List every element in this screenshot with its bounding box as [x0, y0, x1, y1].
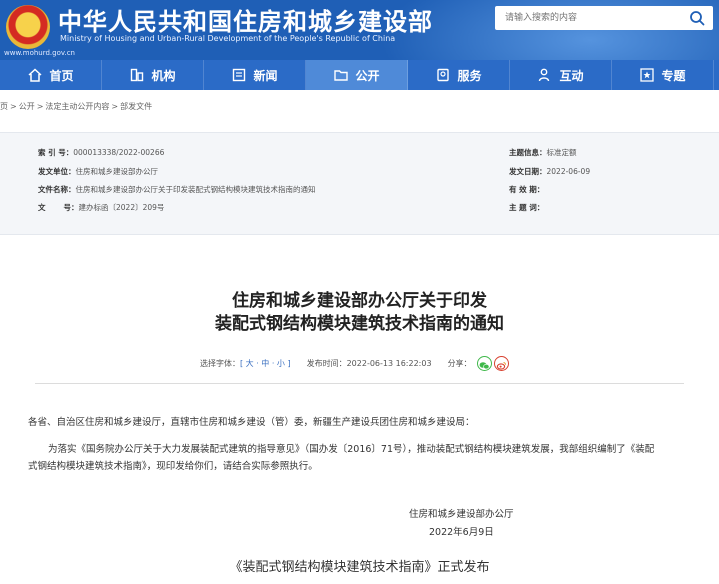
- meta-index-label: 索 引 号：: [38, 148, 74, 157]
- meta-keywords-label: 主 题 词：: [509, 203, 545, 212]
- search-box: [495, 6, 713, 30]
- article-divider: [35, 383, 684, 384]
- breadcrumb-docs[interactable]: 部发文件: [120, 102, 152, 111]
- nav-item-news[interactable]: 新闻: [204, 60, 306, 90]
- nav-label-org: 机构: [151, 68, 176, 83]
- nav-item-topic[interactable]: 专题: [612, 60, 714, 90]
- nav-label-interact: 互动: [559, 68, 584, 83]
- meta-issuer: 发文单位：住房和城乡建设部办公厅: [38, 166, 158, 177]
- publish-time: 2022-06-13 16:22:03: [346, 359, 432, 368]
- nav-item-home[interactable]: 首页: [0, 60, 102, 90]
- wechat-share-icon[interactable]: [477, 356, 492, 371]
- site-subtitle: Ministry of Housing and Urban-Rural Deve…: [60, 34, 396, 43]
- meta-issuer-label: 发文单位：: [38, 167, 76, 176]
- publish-bar: 选择字体：[ 大 · 中 · 小 ] 发布时间：2022-06-13 16:22:…: [200, 358, 472, 369]
- nav-item-org[interactable]: 机构: [102, 60, 204, 90]
- breadcrumb-public[interactable]: 公开: [19, 102, 35, 111]
- article-title-line-2: 装配式钢结构模块建筑技术指南的通知: [215, 314, 504, 334]
- meta-topic-label: 主题信息：: [509, 148, 547, 157]
- meta-date: 发文日期：2022-06-09: [509, 166, 590, 177]
- news-icon: [233, 68, 246, 82]
- article-title-line-1: 住房和城乡建设部办公厅关于印发: [232, 291, 487, 311]
- meta-filename-label: 文件名称：: [38, 185, 76, 194]
- meta-date-label: 发文日期：: [509, 167, 547, 176]
- meta-valid-label: 有 效 期：: [509, 185, 545, 194]
- service-icon: [437, 68, 450, 82]
- release-heading: 《装配式钢结构模块建筑技术指南》正式发布: [229, 560, 490, 575]
- site-url: www.mohurd.gov.cn: [4, 49, 75, 57]
- signature-date: 2022年6月9日: [429, 527, 494, 538]
- meta-keywords: 主 题 词：: [509, 202, 544, 213]
- article-salutation: 各省、自治区住房和城乡建设厅，直辖市住房和城乡建设（管）委，新疆生产建设兵团住房…: [28, 417, 475, 428]
- breadcrumb: 页 > 公开 > 法定主动公开内容 > 部发文件: [0, 101, 152, 112]
- meta-docno-value: 建办标函〔2022〕209号: [78, 203, 165, 212]
- article-paragraph-line-1: 为落实《国务院办公厅关于大力发展装配式建筑的指导意见》（国办发〔2016〕71号…: [48, 444, 655, 455]
- meta-docno: 文 号：建办标函〔2022〕209号: [38, 202, 164, 213]
- meta-filename-value: 住房和城乡建设部办公厅关于印发装配式钢结构模块建筑技术指南的通知: [75, 185, 316, 194]
- meta-docno-label-2: 号：: [63, 203, 79, 212]
- nav-label-home: 首页: [49, 68, 74, 83]
- site-header: ★ 中华人民共和国住房和城乡建设部 Ministry of Housing an…: [0, 0, 719, 60]
- nav-item-public[interactable]: 公开: [306, 60, 408, 90]
- nav-label-topic: 专题: [661, 68, 686, 83]
- meta-issuer-value: 住房和城乡建设部办公厅: [75, 167, 159, 176]
- meta-topic: 主题信息：标准定额: [509, 147, 577, 158]
- font-size-label: 选择字体：: [200, 359, 240, 368]
- site-title[interactable]: 中华人民共和国住房和城乡建设部: [58, 2, 433, 37]
- nav-item-service[interactable]: 服务: [408, 60, 510, 90]
- breadcrumb-home[interactable]: 页: [0, 102, 8, 111]
- wechat-glyph-icon: [479, 362, 490, 370]
- breadcrumb-separator: >: [36, 102, 44, 111]
- home-icon: [28, 68, 42, 82]
- meta-date-value: 2022-06-09: [546, 167, 591, 176]
- meta-valid: 有 效 期：: [509, 184, 544, 195]
- folder-icon: [334, 70, 349, 81]
- meta-index: 索 引 号：000013338/2022-00266: [38, 147, 164, 158]
- breadcrumb-separator: >: [111, 102, 119, 111]
- article-paragraph-line-2: 式钢结构模块建筑技术指南》，现印发给你们，请结合实际参照执行。: [28, 461, 318, 472]
- star-icon: [640, 68, 655, 82]
- building-icon: [131, 68, 144, 82]
- nav-item-interact[interactable]: 互动: [510, 60, 612, 90]
- meta-docno-label: 文: [38, 203, 46, 212]
- weibo-glyph-icon: [496, 362, 507, 370]
- weibo-share-icon[interactable]: [494, 356, 509, 371]
- emblem-star-icon: ★: [24, 19, 37, 35]
- nav-label-service: 服务: [457, 68, 482, 83]
- national-emblem-icon[interactable]: ★: [6, 5, 50, 49]
- share-label: 分享：: [447, 359, 472, 368]
- breadcrumb-statutory[interactable]: 法定主动公开内容: [45, 102, 109, 111]
- user-icon: [539, 68, 550, 82]
- search-input[interactable]: [495, 6, 683, 30]
- meta-topic-value: 标准定额: [546, 148, 577, 157]
- nav-label-public: 公开: [355, 68, 380, 83]
- meta-index-value: 000013338/2022-00266: [73, 148, 165, 157]
- main-nav: 首页 机构 新闻 公开 服务 互动 专题: [0, 60, 719, 90]
- publish-time-label: 发布时间：: [306, 359, 347, 368]
- nav-label-news: 新闻: [253, 68, 278, 83]
- document-meta: 索 引 号：000013338/2022-00266 发文单位：住房和城乡建设部…: [0, 132, 719, 235]
- font-size-switcher[interactable]: [ 大 · 中 · 小 ]: [240, 359, 291, 368]
- search-icon[interactable]: [689, 10, 705, 26]
- meta-filename: 文件名称：住房和城乡建设部办公厅关于印发装配式钢结构模块建筑技术指南的通知: [38, 184, 316, 195]
- breadcrumb-separator: >: [10, 102, 17, 111]
- signature-org: 住房和城乡建设部办公厅: [409, 509, 514, 520]
